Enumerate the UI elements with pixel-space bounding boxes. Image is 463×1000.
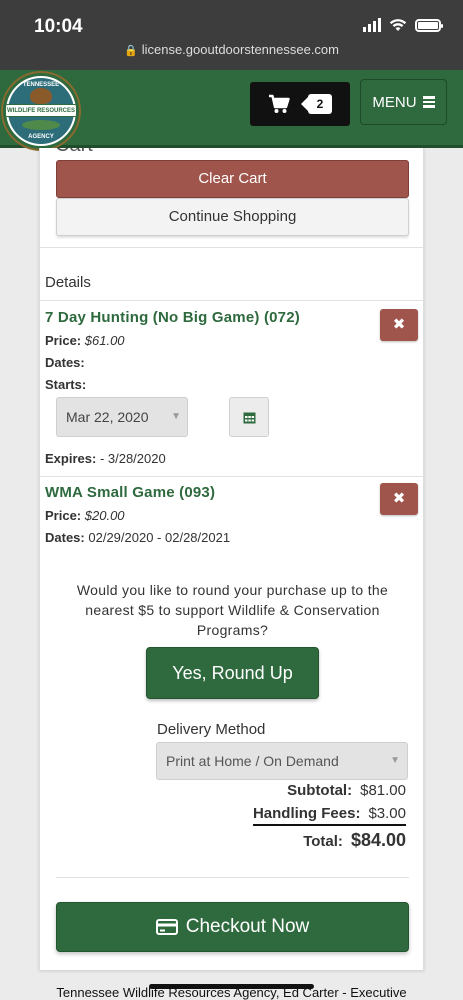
start-date-value: Mar 22, 2020 bbox=[66, 409, 149, 425]
cart-card: Cart Clear Cart Continue Shopping Detail… bbox=[39, 148, 424, 970]
app-header: TENNESSEE WILDLIFE RESOURCES AGENCY 2 ME… bbox=[0, 70, 463, 149]
item-name[interactable]: 7 Day Hunting (No Big Game) (072) bbox=[45, 309, 300, 326]
credit-card-icon bbox=[155, 919, 178, 935]
item-dates: Dates: 02/29/2020 - 02/28/2021 bbox=[45, 530, 231, 545]
delivery-method-value: Print at Home / On Demand bbox=[166, 753, 339, 769]
calendar-button[interactable] bbox=[229, 397, 269, 437]
item-price: Price: $20.00 bbox=[45, 508, 125, 523]
item-price: Price: $61.00 bbox=[45, 333, 125, 348]
remove-item-button[interactable]: ✖ bbox=[380, 483, 418, 515]
url-bar[interactable]: 🔒 license.gooutdoorstennessee.com bbox=[0, 42, 463, 57]
cart-count-badge: 2 bbox=[301, 94, 332, 114]
home-indicator bbox=[149, 984, 314, 989]
menu-button[interactable]: MENU bbox=[360, 79, 447, 125]
subtotal-row: Subtotal: $81.00 bbox=[287, 782, 406, 799]
cart-heading: Cart bbox=[55, 148, 93, 157]
delivery-method-select[interactable]: Print at Home / On Demand ▼ bbox=[156, 742, 408, 780]
lock-icon: 🔒 bbox=[124, 45, 138, 57]
logo-emblem: TENNESSEE WILDLIFE RESOURCES AGENCY bbox=[6, 78, 76, 144]
status-bar: 10:04 🔒 license.gooutdoorstennessee.com bbox=[0, 0, 463, 70]
handling-fees-row: Handling Fees: $3.00 bbox=[252, 805, 406, 826]
divider bbox=[40, 476, 423, 477]
divider bbox=[40, 247, 423, 248]
start-date-select[interactable]: Mar 22, 2020 ▼ bbox=[56, 397, 188, 437]
fish-icon bbox=[22, 120, 60, 130]
checkout-label: Checkout Now bbox=[185, 916, 310, 937]
close-icon: ✖ bbox=[392, 490, 406, 507]
chevron-down-icon: ▼ bbox=[390, 755, 400, 766]
url-text: license.gooutdoorstennessee.com bbox=[141, 42, 339, 57]
item-expires: Expires: - 3/28/2020 bbox=[45, 451, 166, 466]
signal-icon bbox=[363, 18, 381, 32]
clear-cart-button[interactable]: Clear Cart bbox=[56, 160, 409, 198]
cart-button[interactable]: 2 bbox=[250, 82, 350, 126]
details-title: Details bbox=[45, 274, 91, 291]
remove-item-button[interactable]: ✖ bbox=[380, 309, 418, 341]
logo-bottom-text: AGENCY bbox=[28, 134, 54, 140]
menu-label: MENU bbox=[372, 93, 417, 111]
status-time: 10:04 bbox=[34, 16, 83, 37]
round-up-button[interactable]: Yes, Round Up bbox=[146, 647, 319, 699]
item-starts-label: Starts: bbox=[45, 377, 87, 392]
total-row: Total: $84.00 bbox=[303, 830, 406, 850]
hamburger-icon bbox=[422, 96, 435, 108]
item-dates: Dates: bbox=[45, 355, 85, 370]
chevron-down-icon: ▼ bbox=[171, 411, 181, 422]
round-up-prompt: Would you like to round your purchase up… bbox=[76, 582, 389, 638]
close-icon: ✖ bbox=[392, 316, 406, 333]
continue-shopping-button[interactable]: Continue Shopping bbox=[56, 198, 409, 236]
logo-band-text: WILDLIFE RESOURCES bbox=[6, 104, 76, 117]
item-name[interactable]: WMA Small Game (093) bbox=[45, 484, 215, 501]
status-icons bbox=[363, 18, 443, 32]
checkout-button[interactable]: Checkout Now bbox=[56, 902, 409, 952]
divider bbox=[56, 877, 409, 878]
battery-icon bbox=[415, 18, 443, 32]
calendar-icon bbox=[243, 412, 255, 423]
agency-logo[interactable]: TENNESSEE WILDLIFE RESOURCES AGENCY bbox=[3, 73, 79, 149]
beaver-icon bbox=[30, 88, 52, 104]
divider bbox=[40, 300, 423, 301]
delivery-method-label: Delivery Method bbox=[157, 721, 266, 738]
cart-icon bbox=[269, 94, 290, 113]
wifi-icon bbox=[389, 18, 407, 31]
